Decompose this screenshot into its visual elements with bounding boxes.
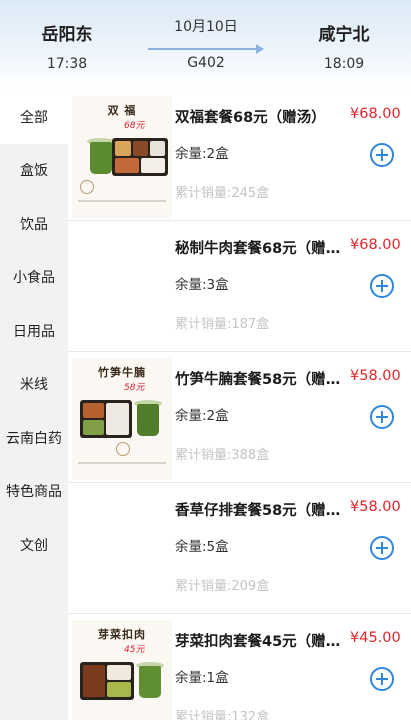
product-image[interactable]: 芽菜扣肉 45元: [72, 620, 172, 720]
product-price: ¥58.00: [350, 368, 401, 384]
departure-time: 17:38: [46, 56, 88, 72]
category-boxed-meal[interactable]: 盒饭: [0, 144, 68, 198]
product-stock: 余量:2盒: [175, 408, 229, 424]
category-snacks[interactable]: 小食品: [0, 251, 68, 305]
add-to-cart-icon[interactable]: [370, 143, 394, 167]
product-image[interactable]: 竹笋牛腩 58元: [72, 358, 172, 480]
product-stock: 余量:1盒: [175, 670, 229, 686]
product-name[interactable]: 竹笋牛腩套餐58元（赠汤）: [175, 368, 347, 389]
product-price: ¥68.00: [350, 106, 401, 122]
category-all[interactable]: 全部: [0, 90, 68, 144]
train-number: G402: [187, 55, 225, 71]
product-stock: 余量:2盒: [175, 146, 229, 162]
category-daily-goods[interactable]: 日用品: [0, 304, 68, 358]
product-item[interactable]: 秘制牛肉套餐68元（赠汤） ¥68.00 余量:3盒 累计销量:187盒: [68, 221, 411, 352]
departure-station-name: 岳阳东: [41, 25, 93, 45]
trip-date: 10月10日: [174, 19, 238, 35]
product-image[interactable]: [72, 227, 172, 349]
category-drinks[interactable]: 饮品: [0, 197, 68, 251]
add-to-cart-icon[interactable]: [370, 274, 394, 298]
product-image[interactable]: 双 福 68元: [72, 96, 172, 218]
arrival-time: 18:09: [323, 56, 365, 72]
product-name[interactable]: 秘制牛肉套餐68元（赠汤）: [175, 237, 347, 258]
arrival-station: 咸宁北 18:09: [298, 20, 390, 72]
direction-arrow-icon: [148, 39, 264, 54]
train-info: 10月10日 G402: [144, 16, 268, 71]
category-rice-noodles[interactable]: 米线: [0, 358, 68, 412]
product-price: ¥45.00: [350, 630, 401, 646]
product-sales: 累计销量:187盒: [175, 317, 270, 332]
product-item[interactable]: 芽菜扣肉 45元 芽菜扣肉套餐45元（赠汤） ¥45.00 余量:1盒 累计销量…: [68, 614, 411, 720]
category-yunnan-baiyao[interactable]: 云南白药: [0, 411, 68, 465]
trip-header: 岳阳东 17:38 10月10日 G402 咸宁北 18:09: [0, 0, 411, 90]
product-item[interactable]: 香草仔排套餐58元（赠汤） ¥58.00 余量:5盒 累计销量:209盒: [68, 483, 411, 614]
product-image[interactable]: [72, 489, 172, 611]
add-to-cart-icon[interactable]: [370, 536, 394, 560]
product-item[interactable]: 双 福 68元 双福套餐68元（赠汤） ¥68.00 余量:2盒 累计销量:24…: [68, 90, 411, 221]
category-specialty[interactable]: 特色商品: [0, 465, 68, 519]
product-price: ¥68.00: [350, 237, 401, 253]
product-price: ¥58.00: [350, 499, 401, 515]
arrival-station-name: 咸宁北: [318, 25, 370, 45]
departure-station: 岳阳东 17:38: [18, 20, 116, 72]
add-to-cart-icon[interactable]: [370, 405, 394, 429]
product-sales: 累计销量:209盒: [175, 579, 270, 594]
product-list: 双 福 68元 双福套餐68元（赠汤） ¥68.00 余量:2盒 累计销量:24…: [68, 90, 411, 720]
product-name[interactable]: 芽菜扣肉套餐45元（赠汤）: [175, 630, 347, 651]
product-item[interactable]: 竹笋牛腩 58元 竹笋牛腩套餐58元（赠汤） ¥58.00 余量:2盒 累计销量…: [68, 352, 411, 483]
product-sales: 累计销量:388盒: [175, 448, 270, 463]
category-cultural[interactable]: 文创: [0, 518, 68, 572]
product-name[interactable]: 香草仔排套餐58元（赠汤）: [175, 499, 347, 520]
add-to-cart-icon[interactable]: [370, 667, 394, 691]
product-stock: 余量:5盒: [175, 539, 229, 555]
product-name[interactable]: 双福套餐68元（赠汤）: [175, 106, 347, 127]
product-sales: 累计销量:245盒: [175, 186, 270, 201]
product-sales: 累计销量:132盒: [175, 710, 270, 720]
category-sidebar: 全部 盒饭 饮品 小食品 日用品 米线 云南白药 特色商品 文创: [0, 90, 68, 720]
product-stock: 余量:3盒: [175, 277, 229, 293]
